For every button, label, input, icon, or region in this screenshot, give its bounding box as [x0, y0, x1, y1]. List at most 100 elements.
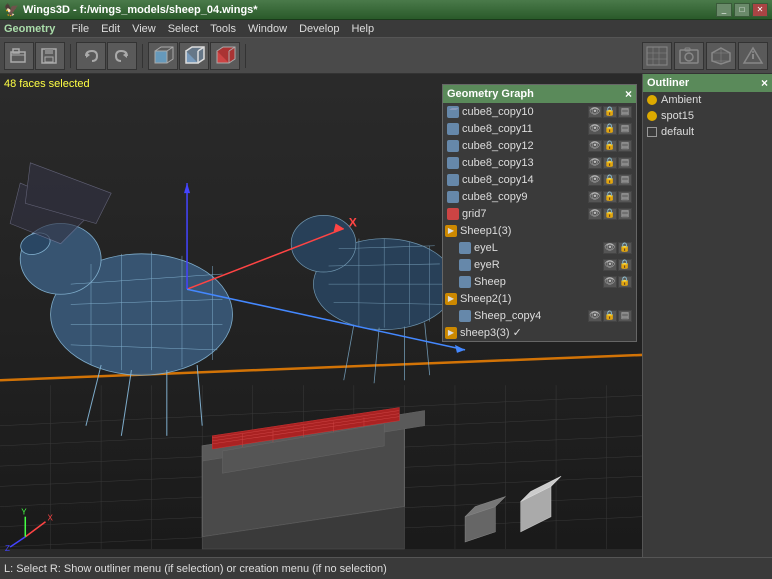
gg-group-sheep1[interactable]: ▶ Sheep1(3) — [443, 222, 636, 239]
gg-visibility-button[interactable]: 👁 — [588, 106, 602, 118]
gg-group-sheep3[interactable]: ▶ sheep3(3) ✓ — [443, 324, 636, 341]
gg-expand-button[interactable]: ▤ — [618, 191, 632, 203]
view-wireframe-button[interactable] — [210, 42, 240, 70]
gg-visibility-button[interactable]: 👁 — [588, 191, 602, 203]
outliner-item-label: default — [661, 126, 694, 138]
gg-lock-button[interactable]: 🔒 — [603, 191, 617, 203]
open-button[interactable] — [4, 42, 34, 70]
gg-visibility-button[interactable]: 👁 — [588, 208, 602, 220]
view-edges-button[interactable] — [179, 42, 209, 70]
close-button[interactable]: ✕ — [752, 3, 768, 17]
menu-item-file[interactable]: File — [65, 22, 95, 36]
geometry-graph-title: Geometry Graph — [447, 88, 534, 100]
gg-item-cube8-copy12[interactable]: cube8_copy12 👁 🔒 ▤ — [443, 137, 636, 154]
gg-item-controls: 👁 🔒 ▤ — [588, 310, 632, 322]
gg-item-eyeR[interactable]: eyeR 👁 🔒 — [443, 256, 636, 273]
gg-item-eyeL[interactable]: eyeL 👁 🔒 — [443, 239, 636, 256]
mesh-icon — [447, 157, 459, 169]
maximize-button[interactable]: □ — [734, 3, 750, 17]
gg-lock-button[interactable]: 🔒 — [603, 310, 617, 322]
gg-expand-button[interactable]: ▤ — [618, 140, 632, 152]
gg-expand-button[interactable]: ▤ — [618, 157, 632, 169]
gg-item-controls: 👁 🔒 ▤ — [588, 208, 632, 220]
gg-visibility-button[interactable]: 👁 — [603, 242, 617, 254]
gg-visibility-button[interactable]: 👁 — [603, 276, 617, 288]
geometry-graph-content: cube8_copy10 👁 🔒 ▤ cube8_copy11 👁 🔒 ▤ — [443, 103, 636, 341]
gg-expand-button[interactable]: ▤ — [618, 310, 632, 322]
gg-item-controls: 👁 🔒 — [603, 242, 632, 254]
gg-item-label: Sheep_copy4 — [474, 310, 585, 322]
gg-lock-button[interactable]: 🔒 — [603, 208, 617, 220]
grid-icon — [447, 208, 459, 220]
gg-lock-button[interactable]: 🔒 — [603, 140, 617, 152]
menu-item-select[interactable]: Select — [162, 22, 205, 36]
menu-item-tools[interactable]: Tools — [204, 22, 242, 36]
gg-expand-button[interactable]: ▤ — [618, 208, 632, 220]
gg-lock-button[interactable]: 🔒 — [603, 123, 617, 135]
menu-item-view[interactable]: View — [126, 22, 162, 36]
gg-expand-button[interactable]: ▤ — [618, 106, 632, 118]
gg-expand-button[interactable]: ▤ — [618, 174, 632, 186]
persp-button[interactable] — [706, 42, 736, 70]
gg-item-cube8-copy10[interactable]: cube8_copy10 👁 🔒 ▤ — [443, 103, 636, 120]
gg-item-controls: 👁 🔒 ▤ — [588, 106, 632, 118]
gg-visibility-button[interactable]: 👁 — [588, 310, 602, 322]
toolbar-separator-2 — [142, 44, 143, 68]
gg-visibility-button[interactable]: 👁 — [588, 157, 602, 169]
gg-lock-button[interactable]: 🔒 — [618, 276, 632, 288]
outliner-item-ambient[interactable]: Ambient — [643, 92, 772, 108]
mesh-icon — [447, 106, 459, 118]
outliner-item-default[interactable]: default — [643, 124, 772, 140]
gg-lock-button[interactable]: 🔒 — [603, 174, 617, 186]
gg-lock-button[interactable]: 🔒 — [603, 157, 617, 169]
outliner-item-spot15[interactable]: spot15 — [643, 108, 772, 124]
gg-visibility-button[interactable]: 👁 — [588, 140, 602, 152]
gg-lock-button[interactable]: 🔒 — [603, 106, 617, 118]
gg-item-cube8-copy11[interactable]: cube8_copy11 👁 🔒 ▤ — [443, 120, 636, 137]
save-button[interactable] — [35, 42, 65, 70]
gg-item-sheep[interactable]: Sheep 👁 🔒 — [443, 273, 636, 290]
gg-item-label: eyeL — [474, 242, 600, 254]
menu-item-develop[interactable]: Develop — [293, 22, 345, 36]
minimize-button[interactable]: _ — [716, 3, 732, 17]
svg-text:X: X — [349, 216, 357, 230]
gg-group-sheep2[interactable]: ▶ Sheep2(1) — [443, 290, 636, 307]
gg-expand-button[interactable]: ▤ — [618, 123, 632, 135]
gg-item-cube8-copy9[interactable]: cube8_copy9 👁 🔒 ▤ — [443, 188, 636, 205]
outliner-label: Outliner — [647, 77, 689, 89]
gg-item-cube8-copy13[interactable]: cube8_copy13 👁 🔒 ▤ — [443, 154, 636, 171]
gg-item-controls: 👁 🔒 — [603, 276, 632, 288]
gg-item-label: cube8_copy12 — [462, 140, 585, 152]
menu-item-help[interactable]: Help — [345, 22, 380, 36]
gg-item-controls: 👁 🔒 ▤ — [588, 191, 632, 203]
gg-item-label: cube8_copy14 — [462, 174, 585, 186]
view-faces-button[interactable] — [148, 42, 178, 70]
undo-button[interactable] — [76, 42, 106, 70]
window-controls: _ □ ✕ — [716, 3, 768, 17]
gg-item-cube8-copy14[interactable]: cube8_copy14 👁 🔒 ▤ — [443, 171, 636, 188]
app-icon: 🦅 — [4, 3, 19, 17]
gg-item-label: Sheep — [474, 276, 600, 288]
toolbar-separator-1 — [70, 44, 71, 68]
geometry-graph-close-button[interactable]: × — [625, 87, 632, 101]
camera-button[interactable] — [674, 42, 704, 70]
status-text: L: Select R: Show outliner menu (if sele… — [4, 563, 387, 575]
gg-visibility-button[interactable]: 👁 — [588, 174, 602, 186]
menu-section: Geometry — [4, 23, 55, 35]
menu-item-edit[interactable]: Edit — [95, 22, 126, 36]
gg-visibility-button[interactable]: 👁 — [603, 259, 617, 271]
outliner-panel: Outliner × Ambient spot15 default — [642, 74, 772, 557]
grid-toggle-button[interactable] — [642, 42, 672, 70]
outliner-close-button[interactable]: × — [761, 76, 768, 90]
gg-item-sheep-copy4[interactable]: Sheep_copy4 👁 🔒 ▤ — [443, 307, 636, 324]
gg-lock-button[interactable]: 🔒 — [618, 242, 632, 254]
folder-icon: ▶ — [445, 225, 457, 237]
redo-button[interactable] — [107, 42, 137, 70]
gg-item-grid7[interactable]: grid7 👁 🔒 ▤ — [443, 205, 636, 222]
gg-visibility-button[interactable]: 👁 — [588, 123, 602, 135]
info-button[interactable] — [738, 42, 768, 70]
menu-item-window[interactable]: Window — [242, 22, 293, 36]
gg-lock-button[interactable]: 🔒 — [618, 259, 632, 271]
selection-info: 48 faces selected — [4, 78, 90, 90]
toolbar-separator-3 — [245, 44, 246, 68]
